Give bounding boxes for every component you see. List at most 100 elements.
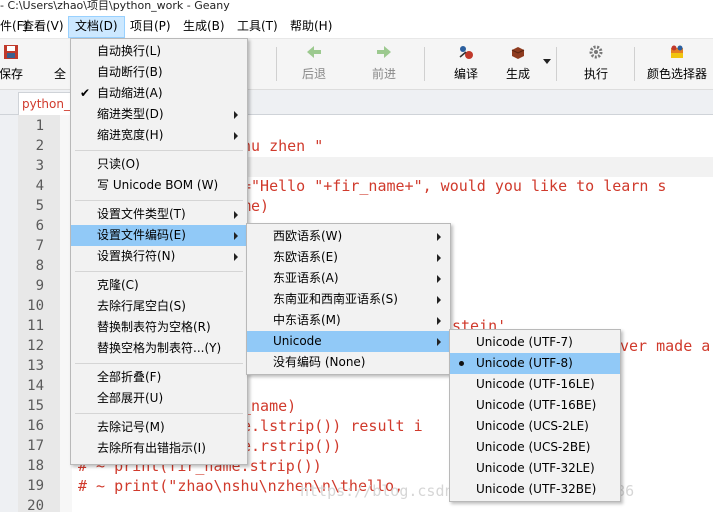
menu-item-set-encoding[interactable]: 设置文件编码(E) — [71, 225, 247, 246]
menu-item-indent-type[interactable]: 缩进类型(D) — [71, 104, 247, 125]
color-picker-button[interactable]: 颜色选择器 — [644, 41, 710, 82]
arrow-left-icon — [307, 46, 321, 58]
code-line-4: ="Hello "+fir_name+", would you like to … — [242, 177, 667, 195]
line-number: 13 — [27, 358, 44, 374]
submenu-arrow-icon — [437, 275, 441, 283]
menu-item-strip-trailing[interactable]: 去除行尾空白(S) — [71, 296, 247, 317]
submenu-arrow-icon — [437, 338, 441, 346]
menu-item-ucs2le[interactable]: Unicode (UCS-2LE) — [450, 416, 620, 437]
menu-item-line-break[interactable]: 自动断行(B) — [71, 62, 247, 83]
menu-item-unfold-all[interactable]: 全部展开(U) — [71, 388, 247, 409]
save-all-button[interactable]: 全 — [52, 41, 68, 82]
radio-bullet-icon — [459, 361, 464, 366]
menu-item-remove-error-indicators[interactable]: 去除所有出错指示(I) — [71, 438, 247, 459]
menu-item-tabs-to-spaces[interactable]: 替换制表符为空格(R) — [71, 317, 247, 338]
menu-separator — [75, 363, 243, 364]
menu-item-line-wrap[interactable]: 自动换行(L) — [71, 41, 247, 62]
toolbar-separator — [276, 47, 277, 81]
line-number: 11 — [27, 318, 44, 334]
left-gutter — [0, 115, 18, 512]
line-number: 6 — [35, 218, 44, 234]
submenu-arrow-icon — [234, 253, 238, 261]
forward-button[interactable]: 前进 — [366, 41, 402, 82]
menu-project[interactable]: 项目(P) — [124, 16, 177, 36]
unicode-submenu: Unicode (UTF-7) Unicode (UTF-8) Unicode … — [449, 329, 621, 502]
menu-item-write-bom[interactable]: 写 Unicode BOM (W) — [71, 175, 247, 196]
compile-button[interactable]: 编译 — [446, 41, 486, 82]
line-number: 3 — [35, 158, 44, 174]
document-menu: 自动换行(L) 自动断行(B) ✔ 自动缩进(A) 缩进类型(D) 缩进宽度(H… — [70, 38, 248, 465]
checkmark-icon: ✔ — [80, 86, 91, 100]
submenu-arrow-icon — [234, 232, 238, 240]
code-line-2: hu zhen " — [242, 137, 324, 155]
toolbar-separator — [424, 47, 425, 81]
line-number: 7 — [35, 238, 44, 254]
line-number: 5 — [35, 198, 44, 214]
build-dropdown-chevron-icon[interactable] — [543, 59, 551, 64]
submenu-arrow-icon — [437, 317, 441, 325]
arrow-right-icon — [377, 46, 391, 58]
execute-button[interactable]: 执行 — [578, 41, 614, 82]
menu-item-spaces-to-tabs[interactable]: 替换空格为制表符...(Y) — [71, 338, 247, 359]
menu-item-west-european[interactable]: 西欧语系(W) — [247, 226, 450, 247]
compile-icon — [459, 46, 473, 59]
menu-item-east-european[interactable]: 东欧语系(E) — [247, 247, 450, 268]
menu-item-east-asian[interactable]: 东亚语系(A) — [247, 268, 450, 289]
line-number: 4 — [35, 178, 44, 194]
menu-item-utf32be[interactable]: Unicode (UTF-32BE) — [450, 479, 620, 500]
menu-item-auto-indent[interactable]: ✔ 自动缩进(A) — [71, 83, 247, 104]
menu-item-clone[interactable]: 克隆(C) — [71, 275, 247, 296]
line-number: 8 — [35, 258, 44, 274]
menu-item-sea-swa[interactable]: 东南亚和西南亚语系(S) — [247, 289, 450, 310]
line-number: 17 — [27, 438, 44, 454]
menu-item-ucs2be[interactable]: Unicode (UCS-2BE) — [450, 437, 620, 458]
menu-separator — [75, 200, 243, 201]
save-button[interactable]: 保存 — [0, 41, 24, 82]
menu-separator — [75, 271, 243, 272]
menu-item-fold-all[interactable]: 全部折叠(F) — [71, 367, 247, 388]
back-button[interactable]: 后退 — [296, 41, 332, 82]
menu-item-utf8[interactable]: Unicode (UTF-8) — [450, 353, 620, 374]
menu-item-unicode[interactable]: Unicode — [247, 331, 450, 352]
line-number: 1 — [35, 118, 44, 134]
line-number: 14 — [27, 378, 44, 394]
brick-icon — [511, 47, 525, 59]
line-number: 2 — [35, 138, 44, 154]
save-icon — [4, 45, 18, 59]
line-number: 15 — [27, 398, 44, 414]
line-number: 16 — [27, 418, 44, 434]
menu-item-no-encoding[interactable]: 没有编码 (None) — [247, 352, 450, 373]
submenu-arrow-icon — [234, 111, 238, 119]
gears-icon — [589, 45, 603, 59]
menu-item-read-only[interactable]: 只读(O) — [71, 154, 247, 175]
menu-item-middle-eastern[interactable]: 中东语系(M) — [247, 310, 450, 331]
menu-bar: 件(F) 查看(V) 文档(D) 项目(P) 生成(B) 工具(T) 帮助(H) — [0, 14, 713, 39]
toolbar-separator — [556, 47, 557, 81]
toolbar-separator — [634, 47, 635, 81]
menu-tools[interactable]: 工具(T) — [231, 16, 284, 36]
submenu-arrow-icon — [234, 132, 238, 140]
menu-help[interactable]: 帮助(H) — [284, 16, 338, 36]
color-picker-icon — [671, 45, 683, 58]
submenu-arrow-icon — [234, 211, 238, 219]
line-number: 18 — [27, 458, 44, 474]
menu-item-remove-markers[interactable]: 去除记号(M) — [71, 417, 247, 438]
code-line-16: e.lstrip()) result i — [242, 417, 423, 435]
submenu-arrow-icon — [437, 233, 441, 241]
code-line-12: ver made a — [620, 337, 711, 355]
menu-item-utf16le[interactable]: Unicode (UTF-16LE) — [450, 374, 620, 395]
menu-document[interactable]: 文档(D) — [68, 16, 125, 38]
menu-item-utf16be[interactable]: Unicode (UTF-16BE) — [450, 395, 620, 416]
menu-item-set-line-endings[interactable]: 设置换行符(N) — [71, 246, 247, 267]
menu-item-utf32le[interactable]: Unicode (UTF-32LE) — [450, 458, 620, 479]
build-button[interactable]: 生成 — [500, 41, 536, 82]
menu-view[interactable]: 查看(V) — [16, 16, 70, 36]
menu-item-set-filetype[interactable]: 设置文件类型(T) — [71, 204, 247, 225]
menu-build[interactable]: 生成(B) — [177, 16, 231, 36]
menu-separator — [75, 413, 243, 414]
menu-item-utf7[interactable]: Unicode (UTF-7) — [450, 332, 620, 353]
menu-item-indent-width[interactable]: 缩进宽度(H) — [71, 125, 247, 146]
submenu-arrow-icon — [437, 254, 441, 262]
window-title: - C:\Users\zhao\项目\python_work - Geany — [0, 0, 713, 14]
line-number: 10 — [27, 298, 44, 314]
